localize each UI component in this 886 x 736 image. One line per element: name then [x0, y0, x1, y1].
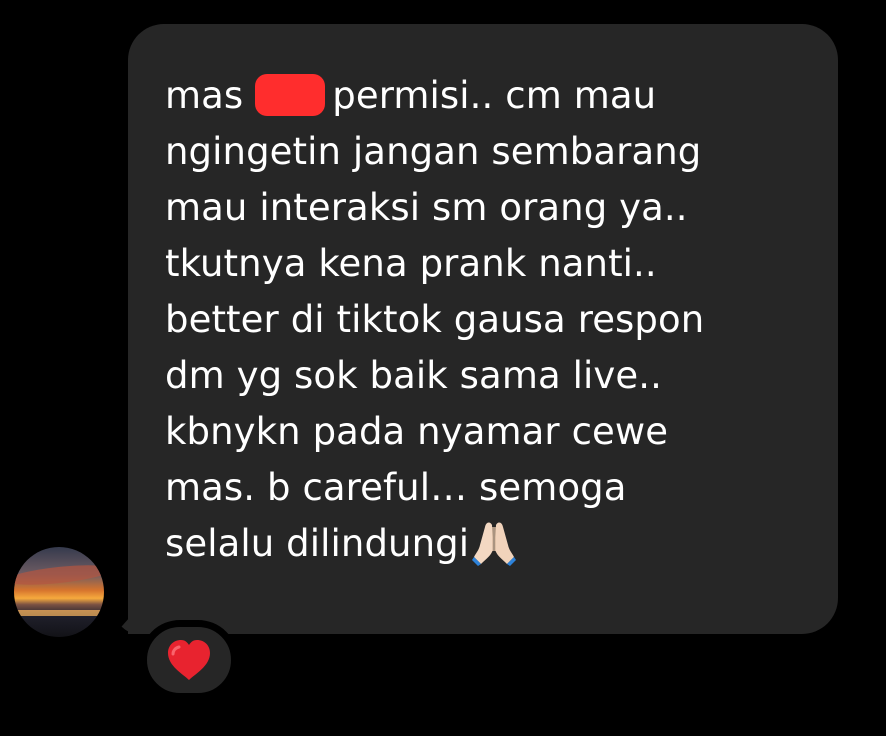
message-line: ngingetin jangan sembarang — [165, 130, 702, 173]
message-line: kbnykn pada nyamar cewe — [165, 410, 669, 453]
message-line: mas. b careful… semoga — [165, 466, 627, 509]
message-line: dm yg sok baik sama live.. — [165, 354, 662, 397]
sunset-avatar[interactable] — [14, 547, 104, 637]
redacted-name — [255, 74, 326, 116]
message-text: mas permisi.. cm mau ngingetin jangan sem… — [165, 68, 815, 572]
message-line: mas permisi.. cm mau — [165, 68, 815, 124]
heart-icon — [168, 640, 210, 680]
message-line: better di tiktok gausa respon — [165, 298, 705, 341]
message-final-line-text: selalu dilindungi — [165, 522, 470, 565]
message-text-before-redaction: mas — [165, 74, 244, 117]
message-screen: mas permisi.. cm mau ngingetin jangan sem… — [0, 0, 886, 736]
message-line: selalu dilindungi — [165, 516, 815, 572]
pray-icon — [472, 522, 517, 566]
heart-reaction[interactable] — [140, 620, 238, 700]
message-line: mau interaksi sm orang ya.. — [165, 186, 688, 229]
message-line: tkutnya kena prank nanti.. — [165, 242, 657, 285]
message-text-after-redaction: permisi.. cm mau — [332, 74, 657, 117]
